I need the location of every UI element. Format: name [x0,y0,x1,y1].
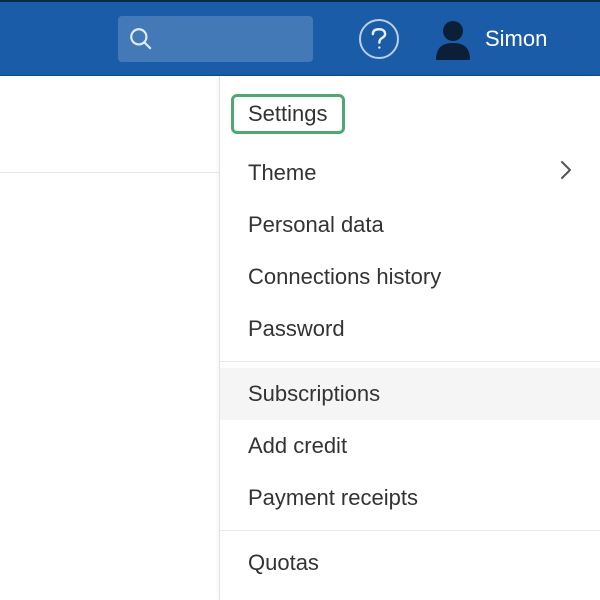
avatar-icon [433,18,473,60]
menu-item-label: Settings [248,101,328,126]
username-label: Simon [485,26,547,52]
menu-item-payment-receipts[interactable]: Payment receipts [220,472,600,524]
menu-item-quotas[interactable]: Quotas [220,537,600,589]
help-button[interactable] [359,19,399,59]
menu-item-label: Subscriptions [248,381,380,407]
menu-item-connections-history[interactable]: Connections history [220,251,600,303]
menu-item-label: Connections history [248,264,441,290]
menu-item-settings[interactable]: Settings [220,76,600,147]
menu-item-label: Payment receipts [248,485,418,511]
menu-item-personal-data[interactable]: Personal data [220,199,600,251]
menu-separator [220,361,600,362]
topbar: Simon [0,0,600,76]
question-icon [370,28,388,50]
menu-item-label: Personal data [248,212,384,238]
search-icon [128,26,154,52]
chevron-right-icon [560,160,572,186]
search-input[interactable] [118,16,313,62]
menu-item-label: Add credit [248,433,347,459]
user-menu-trigger[interactable]: Simon [433,18,547,60]
menu-item-add-credit[interactable]: Add credit [220,420,600,472]
background-divider [0,172,220,173]
menu-separator [220,530,600,531]
menu-item-password[interactable]: Password [220,303,600,355]
menu-item-label: Theme [248,160,316,186]
user-dropdown-menu: Settings Theme Personal data Connections… [219,76,600,600]
menu-item-label: Quotas [248,550,319,576]
menu-item-theme[interactable]: Theme [220,147,600,199]
menu-item-subscriptions[interactable]: Subscriptions [220,368,600,420]
menu-item-label: Password [248,316,345,342]
